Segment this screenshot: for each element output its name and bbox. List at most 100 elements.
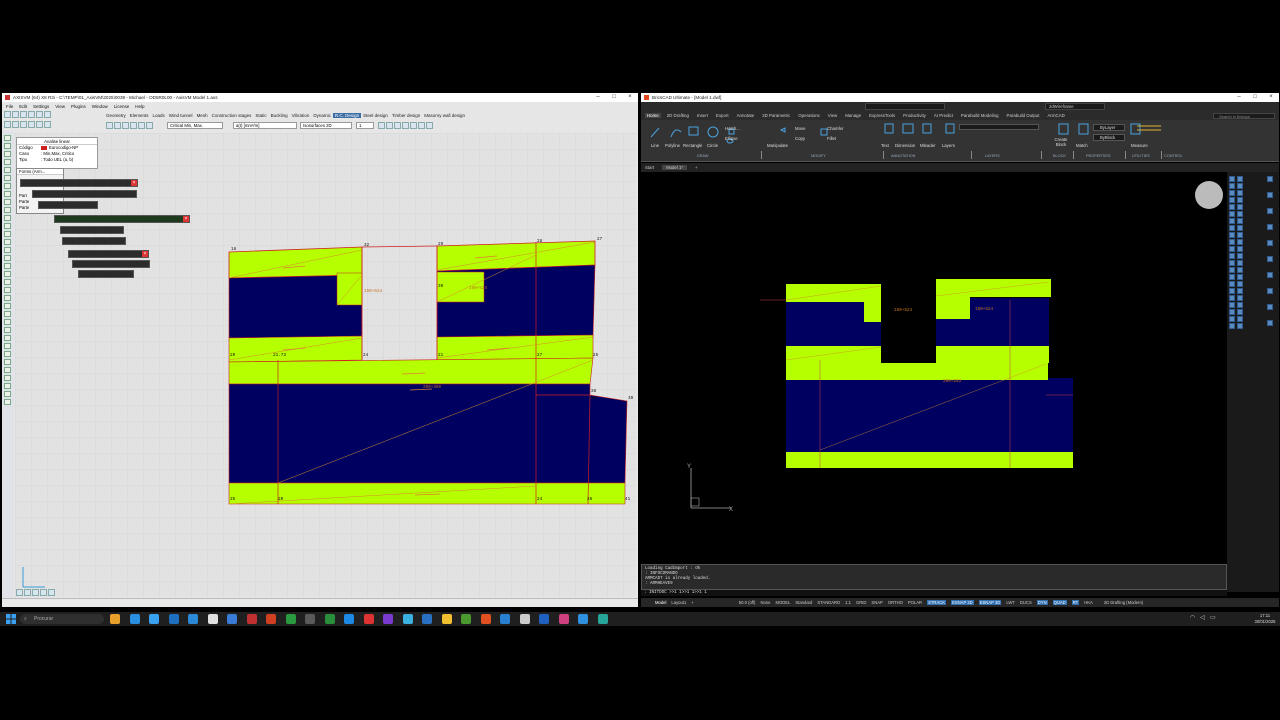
- tool-line[interactable]: Line: [651, 143, 659, 148]
- cad-tool-icon[interactable]: [1237, 183, 1243, 189]
- ribbon-search[interactable]: Search in Bricsys: [1213, 113, 1275, 119]
- cad-tool-icon[interactable]: [1229, 183, 1235, 189]
- tool-ellipse[interactable]: Ellipse: [725, 136, 738, 141]
- tool-copy[interactable]: Copy: [795, 136, 805, 141]
- tool-icon[interactable]: [4, 183, 11, 189]
- ribbon-tab-view[interactable]: View: [826, 113, 839, 118]
- minimize-icon[interactable]: –: [590, 93, 606, 102]
- maximize-icon[interactable]: □: [606, 93, 622, 102]
- cad-tool-icon[interactable]: [1229, 246, 1235, 252]
- menu-license[interactable]: License: [114, 104, 130, 109]
- tool-icon[interactable]: [4, 303, 11, 309]
- export-icon[interactable]: [426, 122, 433, 129]
- new-file-icon[interactable]: [4, 111, 11, 118]
- tool-icon[interactable]: [4, 255, 11, 261]
- taskbar-app-icon[interactable]: [305, 614, 315, 624]
- tab-mesh[interactable]: Mesh: [195, 113, 210, 118]
- cad-tool-icon[interactable]: [1237, 204, 1243, 210]
- status-toggle[interactable]: QUAD: [1052, 600, 1067, 605]
- tool-icon[interactable]: [4, 351, 11, 357]
- tool-icon[interactable]: [4, 167, 11, 173]
- clock[interactable]: 17:11 30/01/2025: [1252, 613, 1278, 625]
- cad-tool-icon[interactable]: [1237, 260, 1243, 266]
- ribbon-tab-ai-predict[interactable]: AI Predict: [932, 113, 955, 118]
- tool-icon[interactable]: [4, 287, 11, 293]
- start-button[interactable]: [6, 614, 16, 624]
- print-icon[interactable]: [28, 111, 35, 118]
- result-icon[interactable]: [378, 122, 385, 129]
- cad-tool-icon[interactable]: [1229, 274, 1235, 280]
- rc-beam-icon[interactable]: [122, 122, 129, 129]
- tool-chamfer[interactable]: Chamfer: [827, 126, 843, 131]
- workspace-dropdown[interactable]: 2D Drafting (Modern): [1104, 600, 1143, 605]
- cad-tool-icon[interactable]: [1229, 288, 1235, 294]
- cad-tool-icon[interactable]: [1237, 309, 1243, 315]
- cad-tool-icon[interactable]: [1229, 176, 1235, 182]
- taskbar-app-icon[interactable]: [266, 614, 276, 624]
- cad-tool-icon[interactable]: [1229, 197, 1235, 203]
- rc-crack-icon[interactable]: [146, 122, 153, 129]
- tool-icon[interactable]: [4, 311, 11, 317]
- taskbar-app-icon[interactable]: [383, 614, 393, 624]
- open-file-icon[interactable]: [12, 111, 19, 118]
- taskbar-app-icon[interactable]: [227, 614, 237, 624]
- tool-move[interactable]: Move: [795, 126, 806, 131]
- ribbon-tab-2d-parametric[interactable]: 2D Parametric: [760, 113, 792, 118]
- cad-tool-icon[interactable]: [1229, 323, 1235, 329]
- ribbon-tab-productivity[interactable]: Productivity: [901, 113, 928, 118]
- floating-toolbar-3[interactable]: [38, 201, 98, 209]
- cad-tool-icon[interactable]: [1229, 281, 1235, 287]
- legend-icon[interactable]: [402, 122, 409, 129]
- render-icon[interactable]: [48, 589, 55, 596]
- cad-tool-icon[interactable]: [1229, 218, 1235, 224]
- tool-icon[interactable]: [4, 223, 11, 229]
- tool-icon[interactable]: [4, 391, 11, 397]
- cad-tool-icon[interactable]: [1237, 211, 1243, 217]
- floating-toolbar-4[interactable]: ×: [54, 215, 190, 223]
- cad-tool-icon[interactable]: [1267, 320, 1273, 326]
- tool-text[interactable]: Text: [881, 143, 889, 148]
- taskbar-app-icon[interactable]: [344, 614, 354, 624]
- tool-icon[interactable]: [4, 247, 11, 253]
- color-dropdown[interactable]: ByLayer: [1093, 124, 1125, 131]
- cad-tool-icon[interactable]: [1237, 288, 1243, 294]
- cad-tool-icon[interactable]: [1229, 260, 1235, 266]
- tool-icon[interactable]: [4, 383, 11, 389]
- cad-tool-icon[interactable]: [1237, 253, 1243, 259]
- save-icon[interactable]: [20, 111, 27, 118]
- perspective-icon[interactable]: [40, 589, 47, 596]
- tool-icon[interactable]: [4, 135, 11, 141]
- tool-mleader[interactable]: Mleader: [920, 143, 936, 148]
- cad-tool-icon[interactable]: [1237, 302, 1243, 308]
- status-toggle[interactable]: ORTHO: [888, 600, 903, 605]
- tool-icon[interactable]: [4, 343, 11, 349]
- cad-tool-icon[interactable]: [1237, 295, 1243, 301]
- pan-icon[interactable]: [20, 121, 27, 128]
- tool-measure[interactable]: Measure: [1131, 143, 1148, 148]
- taskbar-app-icon[interactable]: [461, 614, 471, 624]
- doc-tab-start[interactable]: Start: [645, 165, 654, 170]
- status-toggle[interactable]: 50.0 (off): [739, 600, 756, 605]
- status-toggle[interactable]: LWT: [1006, 600, 1015, 605]
- cad-tool-icon[interactable]: [1267, 256, 1273, 262]
- display-icon[interactable]: [44, 121, 51, 128]
- cad-tool-icon[interactable]: [1237, 274, 1243, 280]
- rc-punching-icon[interactable]: [138, 122, 145, 129]
- status-toggle[interactable]: RT: [1071, 600, 1080, 605]
- status-toggle[interactable]: Standard: [795, 600, 812, 605]
- tool-polyline[interactable]: Polyline: [665, 143, 680, 148]
- layer-dropdown[interactable]: [959, 124, 1039, 130]
- cad-tool-icon[interactable]: [1229, 295, 1235, 301]
- status-toggle[interactable]: 1:1: [845, 600, 851, 605]
- status-toggle[interactable]: DUCS: [1020, 600, 1032, 605]
- tab-buckling[interactable]: Buckling: [269, 113, 290, 118]
- cad-tool-icon[interactable]: [1267, 272, 1273, 278]
- taskbar-app-icon[interactable]: [324, 614, 335, 624]
- tool-hatch[interactable]: Hatch...: [725, 126, 740, 131]
- tool-icon[interactable]: [4, 151, 11, 157]
- taskbar-app-icon[interactable]: [110, 614, 120, 624]
- tool-icon[interactable]: [4, 143, 11, 149]
- section-icon[interactable]: [410, 122, 417, 129]
- tool-icon[interactable]: [4, 359, 11, 365]
- cad-tool-icon[interactable]: [1267, 288, 1273, 294]
